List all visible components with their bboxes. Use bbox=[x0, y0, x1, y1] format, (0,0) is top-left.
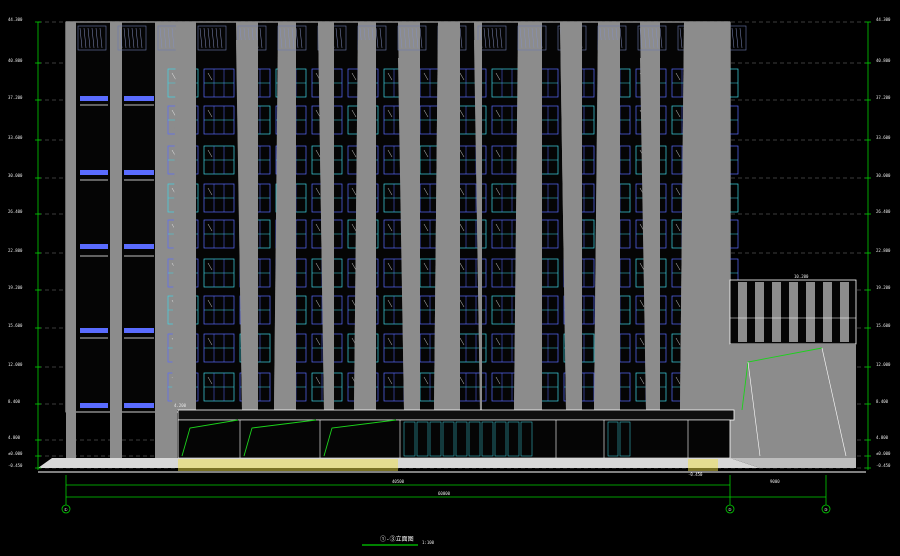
stair-window-band bbox=[80, 244, 108, 249]
level-label: 4.800 bbox=[876, 435, 889, 440]
level-label: 19.200 bbox=[876, 285, 891, 290]
elevation-drawing: 44.300 40.800 37.200 33.600 30.000 26.400 22.8… bbox=[0, 0, 900, 556]
drawing-scale: 1:100 bbox=[422, 540, 435, 545]
level-label: 37.200 bbox=[8, 95, 23, 100]
level-label: 4.800 bbox=[8, 435, 21, 440]
level-label: 44.300 bbox=[876, 17, 891, 22]
level-label: 15.600 bbox=[876, 323, 891, 328]
stair-window-band bbox=[80, 403, 108, 408]
level-label: -0.450 bbox=[8, 463, 23, 468]
stair-window-band bbox=[124, 403, 154, 408]
level-label: 40.800 bbox=[876, 58, 891, 63]
level-label: 19.200 bbox=[8, 285, 23, 290]
level-label: ±0.000 bbox=[8, 451, 23, 456]
annex-block bbox=[729, 279, 857, 459]
stair-window-band bbox=[124, 96, 154, 101]
canopy-level-annotation: 4.200 bbox=[174, 403, 187, 408]
annex-fin bbox=[840, 282, 849, 342]
ground-level-annotation: -0.450 bbox=[688, 472, 703, 477]
stair-window-band bbox=[80, 96, 108, 101]
level-label: 15.600 bbox=[8, 323, 23, 328]
axis-label-3: ③ bbox=[824, 507, 828, 512]
axis-label-1: ① bbox=[64, 507, 68, 512]
stair-window-band bbox=[124, 328, 154, 333]
facade-pier-front bbox=[680, 22, 706, 410]
canopy-slab bbox=[177, 409, 735, 421]
stair-window-band bbox=[124, 244, 154, 249]
building-facade bbox=[65, 21, 747, 458]
annex-fin bbox=[789, 282, 798, 342]
annex-fin bbox=[738, 282, 747, 342]
level-label: 30.000 bbox=[8, 173, 23, 178]
level-label: 40.800 bbox=[8, 58, 23, 63]
axis-label-2: ② bbox=[728, 507, 732, 512]
level-label: 33.600 bbox=[876, 135, 891, 140]
level-label: -0.450 bbox=[876, 463, 891, 468]
level-label: ±0.000 bbox=[876, 451, 891, 456]
dimension-segment-annex: 9000 bbox=[770, 479, 780, 484]
level-label: 8.400 bbox=[8, 399, 21, 404]
corner-pier bbox=[706, 22, 730, 410]
stair-window-band bbox=[80, 328, 108, 333]
facade-pier-front bbox=[594, 40, 620, 410]
annex-fin bbox=[806, 282, 815, 342]
stair-window-band bbox=[80, 170, 108, 175]
level-label: 8.400 bbox=[876, 399, 889, 404]
level-label: 12.000 bbox=[876, 362, 891, 367]
facade-pier-front bbox=[172, 22, 196, 410]
dimension-segment-main: 40500 bbox=[392, 479, 405, 484]
level-label: 37.200 bbox=[876, 95, 891, 100]
level-label: 30.000 bbox=[876, 173, 891, 178]
annex-fin bbox=[823, 282, 832, 342]
dimension-overall: 60000 bbox=[438, 491, 451, 496]
annex-fin bbox=[772, 282, 781, 342]
ground-base bbox=[38, 458, 760, 468]
facade-pier-front bbox=[514, 58, 542, 410]
annex-fin bbox=[755, 282, 764, 342]
drawing-title: ①-③立面图 bbox=[380, 535, 414, 543]
level-label: 26.400 bbox=[876, 209, 891, 214]
level-label: 44.300 bbox=[8, 17, 23, 22]
level-label: 26.400 bbox=[8, 209, 23, 214]
facade-pier-front bbox=[434, 22, 460, 410]
level-label: 12.000 bbox=[8, 362, 23, 367]
level-label: 22.800 bbox=[876, 248, 891, 253]
level-label: 22.800 bbox=[8, 248, 23, 253]
stair-tower-pier bbox=[66, 22, 76, 458]
annex-roof-annotation: 10.200 bbox=[794, 274, 809, 279]
stair-window-band bbox=[124, 170, 154, 175]
annex-lower bbox=[730, 344, 856, 459]
level-label: 33.600 bbox=[8, 135, 23, 140]
stair-tower-pier bbox=[110, 22, 122, 458]
